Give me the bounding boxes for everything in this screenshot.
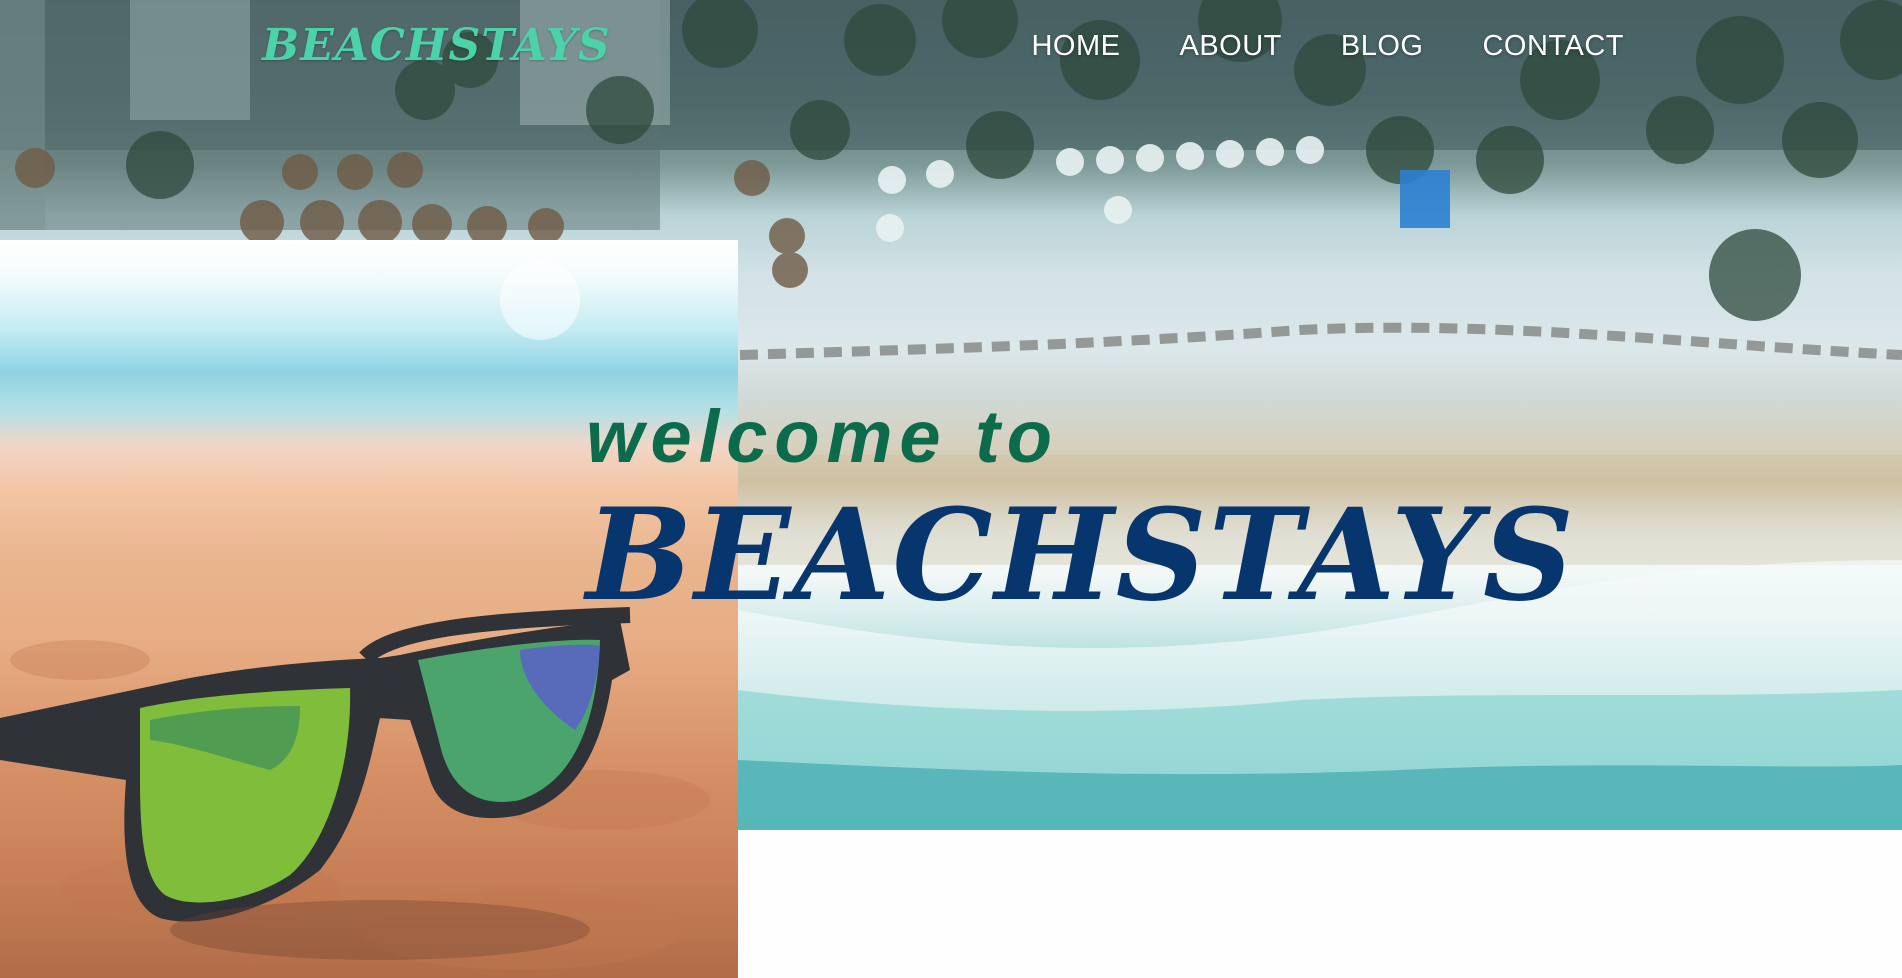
hero-text: welcome to BEACHSTAYS: [586, 395, 1576, 629]
main-nav: HOME ABOUT BLOG CONTACT: [972, 30, 1624, 63]
site-header: BEACHSTAYS HOME ABOUT BLOG CONTACT: [0, 0, 1902, 100]
logo[interactable]: BEACHSTAYS: [262, 20, 611, 71]
hero-welcome: welcome to: [586, 395, 1059, 478]
page: BEACHSTAYS HOME ABOUT BLOG CONTACT welco…: [0, 0, 1902, 978]
nav-contact[interactable]: CONTACT: [1482, 30, 1624, 63]
hero-title: BEACHSTAYS: [586, 481, 1576, 629]
nav-home[interactable]: HOME: [1031, 30, 1120, 63]
nav-about[interactable]: ABOUT: [1179, 30, 1281, 63]
nav-blog[interactable]: BLOG: [1341, 30, 1424, 63]
